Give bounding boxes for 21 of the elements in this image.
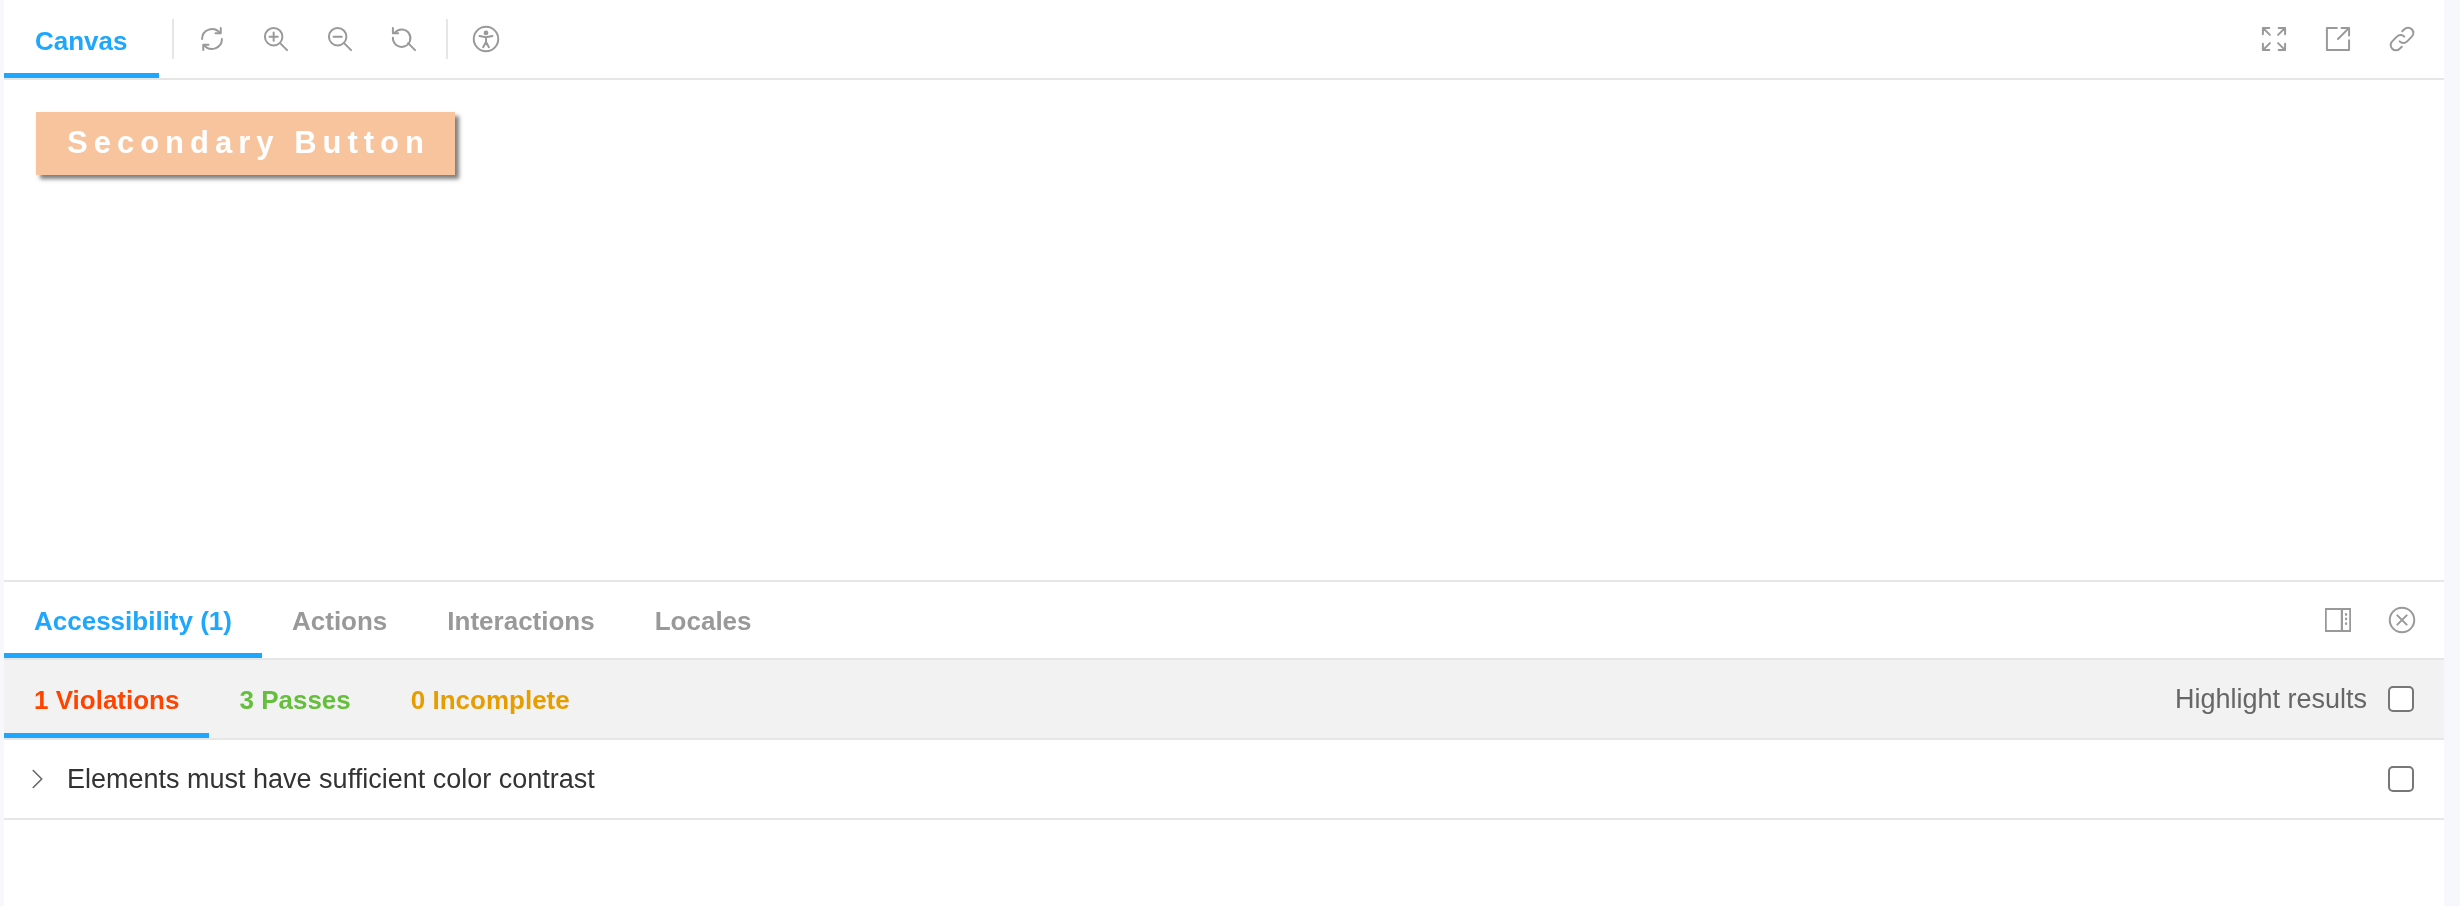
addon-tab[interactable]: Interactions bbox=[417, 582, 625, 658]
rule-item[interactable]: Elements must have sufficient color contrast bbox=[4, 758, 595, 800]
fullscreen-icon bbox=[2260, 25, 2288, 53]
zoom-reset-icon bbox=[389, 25, 418, 53]
highlight-label: Highlight results bbox=[2174, 682, 2367, 716]
external-link-icon bbox=[2324, 25, 2352, 53]
close-icon bbox=[2388, 606, 2416, 634]
result-tab[interactable]: 0 Incomplete bbox=[380, 660, 600, 738]
result-tab[interactable]: 1 Violations bbox=[4, 660, 210, 738]
preview-button[interactable]: Secondary Button bbox=[36, 112, 455, 175]
addon-tab[interactable]: Locales bbox=[624, 582, 782, 658]
link-icon bbox=[2388, 25, 2416, 53]
rule-checkbox[interactable] bbox=[2388, 766, 2414, 792]
canvas-tab[interactable]: Canvas bbox=[4, 0, 159, 78]
addon-tab[interactable]: Actions bbox=[262, 582, 418, 658]
result-tab[interactable]: 3 Passes bbox=[209, 660, 381, 738]
panel-layout-icon bbox=[2325, 608, 2351, 632]
zoom-out-icon bbox=[325, 25, 354, 53]
highlight-checkbox[interactable] bbox=[2388, 686, 2414, 712]
zoom-in-icon bbox=[261, 25, 290, 53]
accessibility-icon bbox=[471, 25, 500, 53]
